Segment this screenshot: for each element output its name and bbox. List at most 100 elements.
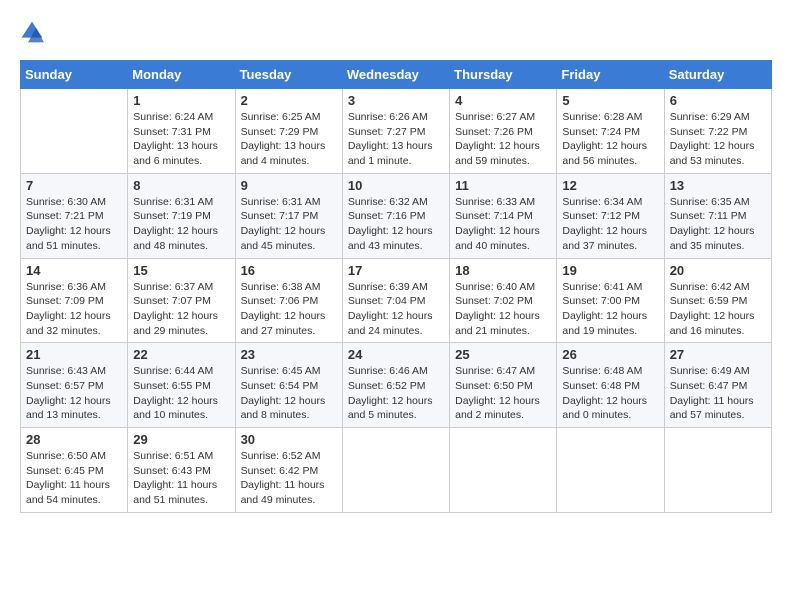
calendar-week-row: 1Sunrise: 6:24 AMSunset: 7:31 PMDaylight…: [21, 89, 772, 174]
day-of-week-header: Saturday: [664, 61, 771, 89]
day-detail: Sunrise: 6:31 AMSunset: 7:19 PMDaylight:…: [133, 195, 229, 254]
day-detail: Sunrise: 6:48 AMSunset: 6:48 PMDaylight:…: [562, 364, 658, 423]
day-detail: Sunrise: 6:41 AMSunset: 7:00 PMDaylight:…: [562, 280, 658, 339]
calendar-cell: 28Sunrise: 6:50 AMSunset: 6:45 PMDayligh…: [21, 428, 128, 513]
day-number: 5: [562, 93, 658, 108]
day-number: 27: [670, 347, 766, 362]
day-detail: Sunrise: 6:46 AMSunset: 6:52 PMDaylight:…: [348, 364, 444, 423]
day-number: 13: [670, 178, 766, 193]
day-detail: Sunrise: 6:42 AMSunset: 6:59 PMDaylight:…: [670, 280, 766, 339]
day-detail: Sunrise: 6:30 AMSunset: 7:21 PMDaylight:…: [26, 195, 122, 254]
day-number: 21: [26, 347, 122, 362]
day-number: 4: [455, 93, 551, 108]
day-number: 17: [348, 263, 444, 278]
calendar-header: [20, 20, 772, 44]
day-number: 7: [26, 178, 122, 193]
day-number: 16: [241, 263, 337, 278]
day-number: 15: [133, 263, 229, 278]
day-number: 30: [241, 432, 337, 447]
day-number: 12: [562, 178, 658, 193]
calendar-cell: 21 Sunrise: 6:43 AMSunset: 6:57 PMDayligh…: [21, 343, 128, 428]
calendar-cell: 25 Sunrise: 6:47 AMSunset: 6:50 PMDayligh…: [450, 343, 557, 428]
calendar-cell: 9 Sunrise: 6:31 AMSunset: 7:17 PMDaylight…: [235, 173, 342, 258]
day-number: 23: [241, 347, 337, 362]
calendar-cell: 13 Sunrise: 6:35 AMSunset: 7:11 PMDayligh…: [664, 173, 771, 258]
calendar-cell: 17 Sunrise: 6:39 AMSunset: 7:04 PMDayligh…: [342, 258, 449, 343]
day-number: 19: [562, 263, 658, 278]
calendar-cell: [450, 428, 557, 513]
calendar-week-row: 7 Sunrise: 6:30 AMSunset: 7:21 PMDaylight…: [21, 173, 772, 258]
day-detail: Sunrise: 6:44 AMSunset: 6:55 PMDaylight:…: [133, 364, 229, 423]
calendar-cell: [557, 428, 664, 513]
calendar-cell: 7 Sunrise: 6:30 AMSunset: 7:21 PMDaylight…: [21, 173, 128, 258]
calendar-cell: 5 Sunrise: 6:28 AMSunset: 7:24 PMDaylight…: [557, 89, 664, 174]
day-number: 25: [455, 347, 551, 362]
day-detail: Sunrise: 6:26 AMSunset: 7:27 PMDaylight:…: [348, 110, 444, 169]
day-of-week-header: Tuesday: [235, 61, 342, 89]
calendar-cell: 23 Sunrise: 6:45 AMSunset: 6:54 PMDayligh…: [235, 343, 342, 428]
day-detail: Sunrise: 6:28 AMSunset: 7:24 PMDaylight:…: [562, 110, 658, 169]
calendar-cell: 6Sunrise: 6:29 AMSunset: 7:22 PMDaylight…: [664, 89, 771, 174]
day-number: 2: [241, 93, 337, 108]
day-number: 14: [26, 263, 122, 278]
calendar-header-row: SundayMondayTuesdayWednesdayThursdayFrid…: [21, 61, 772, 89]
calendar-cell: 14 Sunrise: 6:36 AMSunset: 7:09 PMDayligh…: [21, 258, 128, 343]
calendar-cell: 15 Sunrise: 6:37 AMSunset: 7:07 PMDayligh…: [128, 258, 235, 343]
day-number: 18: [455, 263, 551, 278]
day-number: 8: [133, 178, 229, 193]
day-number: 11: [455, 178, 551, 193]
calendar-cell: 10 Sunrise: 6:32 AMSunset: 7:16 PMDayligh…: [342, 173, 449, 258]
day-of-week-header: Thursday: [450, 61, 557, 89]
calendar-week-row: 14 Sunrise: 6:36 AMSunset: 7:09 PMDayligh…: [21, 258, 772, 343]
day-detail: Sunrise: 6:50 AMSunset: 6:45 PMDaylight:…: [26, 449, 122, 508]
day-detail: Sunrise: 6:47 AMSunset: 6:50 PMDaylight:…: [455, 364, 551, 423]
day-detail: Sunrise: 6:36 AMSunset: 7:09 PMDaylight:…: [26, 280, 122, 339]
calendar-cell: 4 Sunrise: 6:27 AMSunset: 7:26 PMDaylight…: [450, 89, 557, 174]
day-detail: Sunrise: 6:35 AMSunset: 7:11 PMDaylight:…: [670, 195, 766, 254]
calendar-cell: 24Sunrise: 6:46 AMSunset: 6:52 PMDayligh…: [342, 343, 449, 428]
day-detail: Sunrise: 6:39 AMSunset: 7:04 PMDaylight:…: [348, 280, 444, 339]
day-detail: Sunrise: 6:45 AMSunset: 6:54 PMDaylight:…: [241, 364, 337, 423]
day-detail: Sunrise: 6:38 AMSunset: 7:06 PMDaylight:…: [241, 280, 337, 339]
calendar-week-row: 21 Sunrise: 6:43 AMSunset: 6:57 PMDayligh…: [21, 343, 772, 428]
day-number: 9: [241, 178, 337, 193]
day-detail: Sunrise: 6:34 AMSunset: 7:12 PMDaylight:…: [562, 195, 658, 254]
calendar-cell: 26 Sunrise: 6:48 AMSunset: 6:48 PMDayligh…: [557, 343, 664, 428]
day-detail: Sunrise: 6:33 AMSunset: 7:14 PMDaylight:…: [455, 195, 551, 254]
day-detail: Sunrise: 6:32 AMSunset: 7:16 PMDaylight:…: [348, 195, 444, 254]
day-detail: Sunrise: 6:40 AMSunset: 7:02 PMDaylight:…: [455, 280, 551, 339]
calendar-cell: 3 Sunrise: 6:26 AMSunset: 7:27 PMDaylight…: [342, 89, 449, 174]
day-of-week-header: Sunday: [21, 61, 128, 89]
calendar-table: SundayMondayTuesdayWednesdayThursdayFrid…: [20, 60, 772, 513]
calendar-cell: 30 Sunrise: 6:52 AMSunset: 6:42 PMDayligh…: [235, 428, 342, 513]
calendar-cell: 12 Sunrise: 6:34 AMSunset: 7:12 PMDayligh…: [557, 173, 664, 258]
day-detail: Sunrise: 6:31 AMSunset: 7:17 PMDaylight:…: [241, 195, 337, 254]
calendar-cell: 29Sunrise: 6:51 AMSunset: 6:43 PMDayligh…: [128, 428, 235, 513]
day-detail: Sunrise: 6:37 AMSunset: 7:07 PMDaylight:…: [133, 280, 229, 339]
day-number: 20: [670, 263, 766, 278]
day-number: 3: [348, 93, 444, 108]
calendar-cell: 18 Sunrise: 6:40 AMSunset: 7:02 PMDayligh…: [450, 258, 557, 343]
day-of-week-header: Wednesday: [342, 61, 449, 89]
day-number: 10: [348, 178, 444, 193]
day-of-week-header: Monday: [128, 61, 235, 89]
calendar-cell: [342, 428, 449, 513]
logo-icon: [20, 20, 44, 44]
day-number: 26: [562, 347, 658, 362]
calendar-cell: 22 Sunrise: 6:44 AMSunset: 6:55 PMDayligh…: [128, 343, 235, 428]
calendar-cell: [21, 89, 128, 174]
day-detail: Sunrise: 6:43 AMSunset: 6:57 PMDaylight:…: [26, 364, 122, 423]
logo: [20, 20, 48, 44]
calendar-cell: 20 Sunrise: 6:42 AMSunset: 6:59 PMDayligh…: [664, 258, 771, 343]
day-detail: Sunrise: 6:24 AMSunset: 7:31 PMDaylight:…: [133, 110, 229, 169]
calendar-cell: [664, 428, 771, 513]
calendar-cell: 11 Sunrise: 6:33 AMSunset: 7:14 PMDayligh…: [450, 173, 557, 258]
day-detail: Sunrise: 6:27 AMSunset: 7:26 PMDaylight:…: [455, 110, 551, 169]
calendar-cell: 2Sunrise: 6:25 AMSunset: 7:29 PMDaylight…: [235, 89, 342, 174]
day-number: 29: [133, 432, 229, 447]
day-number: 6: [670, 93, 766, 108]
day-of-week-header: Friday: [557, 61, 664, 89]
day-detail: Sunrise: 6:52 AMSunset: 6:42 PMDaylight:…: [241, 449, 337, 508]
calendar-cell: 16 Sunrise: 6:38 AMSunset: 7:06 PMDayligh…: [235, 258, 342, 343]
day-number: 22: [133, 347, 229, 362]
